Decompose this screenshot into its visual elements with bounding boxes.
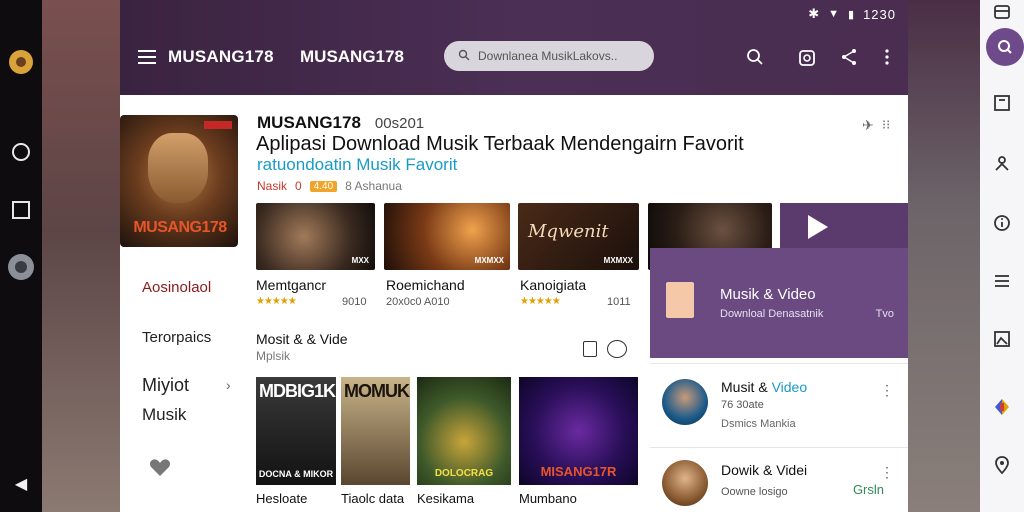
thumbnail-script-title: Mqwenit — [528, 221, 609, 242]
album-cover[interactable]: DOLOCRAG — [417, 377, 511, 485]
app-code: 00s201 — [374, 115, 425, 132]
meta-label: Nasik — [257, 179, 288, 193]
meta-count: 8 Ashanua — [345, 179, 402, 193]
app-subtitle[interactable]: ratuondoatin Musik Favorit — [257, 155, 457, 175]
section-title: Mosit & & Vide — [256, 331, 348, 347]
list-item-title: Musit & Video — [721, 379, 808, 395]
hamburger-menu-icon[interactable] — [138, 50, 156, 64]
list-item[interactable]: Musit & Video 76 30ate Dsmics Mankia ⋮ — [650, 363, 908, 443]
battery-icon: ▮ — [848, 8, 856, 21]
track-count: 9010 — [342, 296, 367, 308]
back-arrow-icon[interactable]: ◀ — [9, 472, 33, 496]
cover-title: MUSANG178 — [133, 219, 227, 236]
clock-time: 1230 — [863, 6, 896, 22]
track-count: 1011 — [607, 296, 631, 308]
album-name[interactable]: Tiaolc data — [341, 491, 404, 506]
colorful-app-icon[interactable] — [991, 396, 1013, 418]
album-cover[interactable]: MOMUK — [341, 377, 410, 485]
window-icon[interactable] — [991, 2, 1013, 24]
info-icon[interactable] — [991, 212, 1013, 234]
heart-icon[interactable] — [148, 455, 172, 479]
chevron-right-icon[interactable]: › — [226, 377, 231, 393]
section-subtitle: Mplsik — [256, 349, 291, 363]
wolf-artwork — [148, 133, 208, 203]
featured-card[interactable]: Musik & Video Downloal Denasatnik Tvo — [650, 248, 908, 358]
track-name[interactable]: Memtgancr — [256, 277, 326, 293]
meta-number: 0 — [295, 179, 302, 193]
card-thumbnail — [666, 282, 694, 318]
app-content-panel: MUSANG178 MUSANG178 00s201 Aplipasi Downl… — [120, 95, 908, 512]
app-brand-secondary[interactable]: MUSANG178 — [300, 47, 404, 67]
chat-bubble-icon[interactable] — [607, 340, 627, 358]
grid-icon[interactable]: ⁝⁝ — [882, 117, 890, 133]
track-name[interactable]: Kanoigiata — [520, 277, 586, 293]
avatar — [662, 379, 708, 425]
album-name[interactable]: Mumbano — [519, 491, 577, 506]
list-icon[interactable] — [991, 270, 1013, 292]
location-pin-icon[interactable] — [991, 454, 1013, 476]
action-label[interactable]: Grsln — [853, 482, 884, 497]
rating-pill: 4.40 — [309, 180, 338, 192]
right-side-rail — [980, 0, 1024, 512]
list-item-sub2: Dsmics Mankia — [721, 418, 796, 430]
avatar — [662, 460, 708, 506]
status-bar: ✱ ▼ ▮ 1230 — [808, 6, 896, 22]
app-brand: MUSANG178 — [168, 47, 274, 66]
timer-icon[interactable] — [796, 46, 818, 68]
list-item[interactable]: Dowik & Videi Oowne losigo Grsln ⋮ — [650, 447, 908, 512]
pin-icon[interactable]: ✈ — [862, 117, 874, 134]
track-name[interactable]: Roemichand — [386, 277, 465, 293]
cover-badge — [204, 121, 232, 129]
home-circle-icon[interactable] — [9, 140, 33, 164]
more-options-icon[interactable]: ⋮ — [880, 382, 894, 399]
bluetooth-icon: ✱ — [808, 6, 821, 21]
sidenav-item-3[interactable]: Musik — [142, 405, 186, 425]
album-cover[interactable]: MDBIG1K DOCNA & MIKOR — [256, 377, 336, 485]
card-title: Musik & Video — [720, 286, 816, 303]
app-top-bar: ✱ ▼ ▮ 1230 MUSANG178 MUSANG178 Downlanea… — [120, 0, 908, 95]
search-lens-icon[interactable] — [986, 28, 1024, 66]
search-input[interactable]: Downlanea MusikLakovs.. — [444, 41, 654, 71]
rating-stars: ★★★★★ — [520, 296, 561, 307]
app-title: Aplipasi Download Musik Terbaak Mendenga… — [256, 133, 744, 155]
list-item-sub: 76 30ate — [721, 399, 764, 411]
left-navigation-rail: ◀ — [0, 0, 42, 512]
sidenav-item-0[interactable]: Aosinolaol — [142, 279, 211, 296]
album-name[interactable]: Hesloate — [256, 491, 307, 506]
person-icon[interactable] — [991, 152, 1013, 174]
track-thumbnail[interactable]: MXMXX — [384, 203, 510, 270]
track-thumbnail[interactable]: MXX — [256, 203, 375, 270]
track-thumbnail[interactable]: Mqwenit MXMXX — [518, 203, 639, 270]
album-name[interactable]: Kesikama — [417, 491, 474, 506]
more-options-icon[interactable] — [876, 46, 898, 68]
blurred-backdrop-left — [42, 0, 120, 512]
sidenav-item-1[interactable]: Terorpaics — [142, 329, 211, 346]
app-name: MUSANG178 00s201 — [257, 113, 425, 132]
user-avatar-icon[interactable] — [8, 254, 34, 280]
app-cover-image[interactable]: MUSANG178 — [120, 115, 238, 247]
more-options-icon[interactable]: ⋮ — [880, 464, 894, 481]
phone-icon[interactable] — [583, 341, 597, 357]
track-count: 20x0c0 A010 — [386, 296, 450, 308]
app-meta: Nasik 0 4.40 8 Ashanua — [257, 179, 402, 193]
search-icon[interactable] — [744, 46, 766, 68]
list-item-title: Dowik & Videi — [721, 462, 808, 478]
album-cover[interactable]: MISANG17R — [519, 377, 638, 485]
recent-apps-icon[interactable] — [9, 198, 33, 222]
list-item-sub: Oowne losigo — [721, 486, 788, 498]
image-icon[interactable] — [991, 328, 1013, 350]
card-subtitle: Downloal Denasatnik — [720, 308, 824, 320]
play-button-icon[interactable] — [780, 203, 908, 249]
wifi-icon: ▼ — [828, 8, 841, 20]
search-icon — [458, 49, 470, 64]
sidenav-item-2[interactable]: Miyiot — [142, 375, 189, 396]
profile-avatar-icon[interactable] — [9, 50, 33, 74]
share-icon[interactable] — [838, 46, 860, 68]
search-placeholder: Downlanea MusikLakovs.. — [478, 49, 618, 63]
rating-stars: ★★★★★ — [256, 296, 297, 307]
card-right-label: Tvo — [875, 308, 894, 320]
frame-icon[interactable] — [991, 92, 1013, 114]
blurred-backdrop-right — [908, 0, 980, 512]
